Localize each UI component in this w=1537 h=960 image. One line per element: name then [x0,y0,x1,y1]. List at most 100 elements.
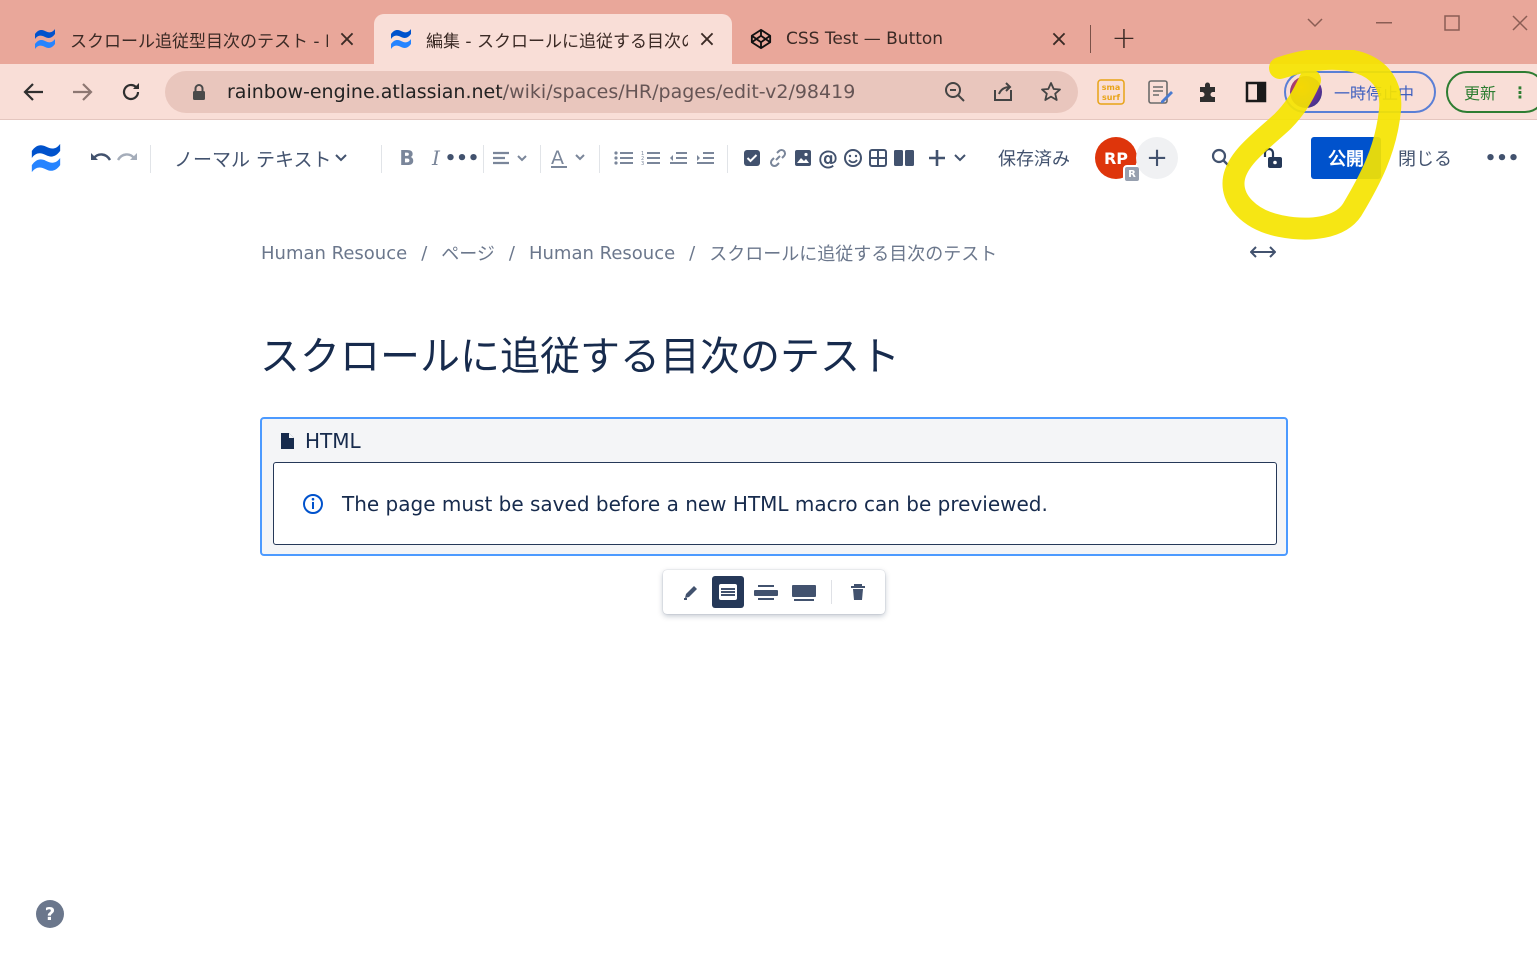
tab-search-icon[interactable] [1295,8,1335,38]
close-window-icon[interactable] [1500,8,1537,38]
page-title[interactable]: スクロールに追従する目次のテスト [260,324,900,382]
toolbar-divider [150,145,151,173]
extensions-puzzle-icon[interactable] [1194,78,1222,106]
minimize-window-icon[interactable] [1364,8,1404,38]
document-icon [280,432,295,450]
breadcrumb: Human Resouce / ページ / Human Resouce / スク… [261,240,997,266]
trash-icon[interactable] [842,576,874,608]
editor-toolbar: ノーマル テキスト B I ••• A 123 @ 保存済み ••• [0,121,1537,195]
help-button[interactable]: ? [36,900,64,928]
breadcrumb-item-parent[interactable]: Human Resouce [529,243,675,264]
maximize-window-icon[interactable] [1432,8,1472,38]
saved-label: 保存済み [998,149,1070,170]
link-icon[interactable] [766,121,790,195]
save-status: 保存済み [994,121,1074,195]
text-style-dropdown[interactable]: ノーマル テキスト [174,121,350,195]
layout-default-icon[interactable] [712,576,744,608]
close-tab-icon[interactable]: × [1048,27,1070,52]
table-icon[interactable] [866,121,890,195]
update-label: 更新 [1464,84,1497,103]
bullet-list-icon[interactable] [612,121,636,195]
plus-icon: + [1146,143,1168,173]
layout-wide-icon[interactable] [750,576,782,608]
layout-full-width-icon[interactable] [788,576,820,608]
back-arrow-icon[interactable] [18,76,50,108]
macro-message-box: The page must be saved before a new HTML… [273,462,1277,545]
profile-button[interactable]: 一時停止中 [1284,71,1436,113]
html-macro[interactable]: HTML The page must be saved before a new… [260,417,1288,556]
indent-icon[interactable] [693,121,717,195]
collaborator-avatar[interactable]: RP R [1095,137,1141,183]
browser-tab-1[interactable]: スクロール追従型目次のテスト - Hun × [18,14,372,64]
unlock-restrictions-icon[interactable] [1255,121,1291,195]
confluence-logo-icon[interactable] [26,121,66,195]
svg-text:sma: sma [1102,83,1121,92]
toolbar-divider [599,145,600,173]
full-width-toggle-icon[interactable] [1248,240,1278,264]
zoom-icon[interactable] [941,78,969,106]
image-icon[interactable] [791,121,815,195]
svg-text:surf: surf [1102,93,1120,102]
notes-extension-icon[interactable] [1146,78,1174,106]
side-panel-icon[interactable] [1242,78,1270,106]
browser-toolbar: rainbow-engine.atlassian.net/wiki/spaces… [0,64,1537,120]
breadcrumb-separator: / [421,242,428,264]
macro-floating-toolbar [663,570,885,614]
publish-button[interactable]: 公開 [1311,137,1381,179]
tab-divider [1090,25,1091,53]
reload-icon[interactable] [115,76,147,108]
more-formatting-icon[interactable]: ••• [445,121,480,195]
profile-status-label: 一時停止中 [1334,84,1415,103]
browser-tab-3[interactable]: CSS Test — Button × [734,14,1084,64]
toolbar-divider [381,145,382,173]
lock-icon[interactable] [179,83,219,101]
browser-tab-2[interactable]: 編集 - スクロールに追従する目次のテ × [374,14,732,64]
search-icon[interactable] [1203,121,1239,195]
breadcrumb-item-current[interactable]: スクロールに追従する目次のテスト [709,240,997,266]
forward-arrow-icon[interactable] [66,76,98,108]
more-actions-icon[interactable]: ••• [1484,121,1520,195]
svg-text:3: 3 [641,161,644,166]
breadcrumb-item-space[interactable]: Human Resouce [261,243,407,264]
tab-title: 編集 - スクロールに追従する目次のテ [426,31,688,52]
macro-name: HTML [305,429,361,453]
insert-more-icon[interactable] [926,121,968,195]
breadcrumb-item-pages[interactable]: ページ [441,240,495,266]
url-host: rainbow-engine.atlassian.net [227,81,503,103]
close-tab-icon[interactable]: × [696,27,718,52]
numbered-list-icon[interactable]: 123 [639,121,663,195]
profile-avatar [1290,76,1322,108]
breadcrumb-separator: / [508,242,515,264]
close-editor-button[interactable]: 閉じる [1398,137,1452,179]
alignment-icon[interactable] [490,121,530,195]
smartsurf-extension-icon[interactable]: sma surf [1097,78,1125,106]
publish-label: 公開 [1328,149,1364,170]
layouts-icon[interactable] [891,121,917,195]
bold-icon[interactable]: B [396,121,418,195]
update-button[interactable]: 更新 ⋮ [1446,71,1537,113]
emoji-icon[interactable] [841,121,865,195]
bookmark-star-icon[interactable] [1037,78,1065,106]
macro-header: HTML [280,429,361,453]
address-bar[interactable]: rainbow-engine.atlassian.net/wiki/spaces… [165,71,1078,113]
undo-icon[interactable] [88,121,114,195]
task-checkbox-icon[interactable] [740,121,764,195]
toolbar-divider [831,580,832,604]
invite-collaborator-button[interactable]: + [1136,137,1178,179]
redo-icon[interactable] [114,121,140,195]
tab-title: スクロール追従型目次のテスト - Hun [70,31,328,52]
text-color-icon[interactable]: A [548,121,588,195]
chevron-down-icon [335,154,348,162]
url-path: /wiki/spaces/HR/pages/edit-v2/98419 [502,81,856,103]
mention-icon[interactable]: @ [816,121,840,195]
share-icon[interactable] [989,78,1017,106]
browser-menu-icon[interactable]: ⋮ [1512,83,1528,102]
close-tab-icon[interactable]: × [336,27,358,52]
new-tab-button[interactable]: + [1108,21,1140,56]
codepen-icon [748,26,774,52]
tab-title: CSS Test — Button [786,29,944,49]
url-text: rainbow-engine.atlassian.net/wiki/spaces… [227,81,855,103]
edit-pencil-icon[interactable] [675,576,707,608]
outdent-icon[interactable] [666,121,690,195]
italic-icon[interactable]: I [425,121,447,195]
